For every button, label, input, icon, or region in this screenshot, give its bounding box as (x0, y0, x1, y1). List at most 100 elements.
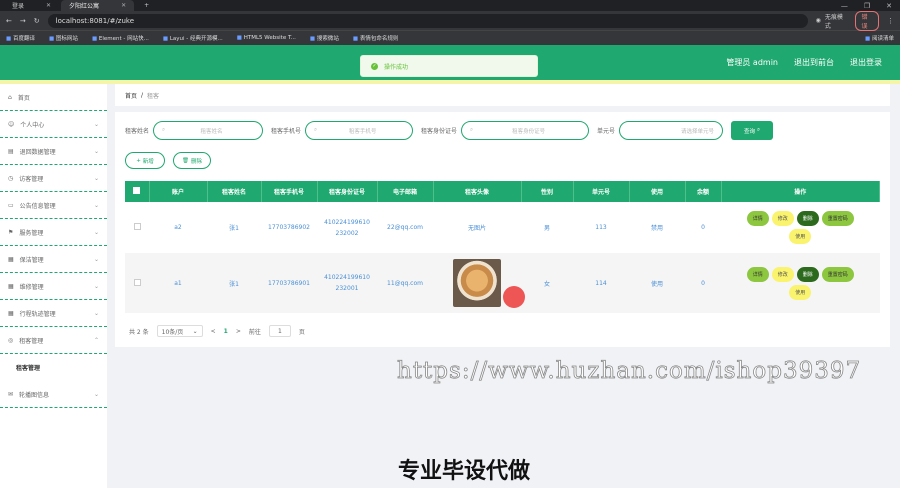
sidebar-subitem-tenants[interactable]: 租客管理 (0, 354, 107, 381)
incognito-indicator[interactable]: ◉ 无痕模式 (816, 12, 848, 30)
close-icon[interactable]: ✕ (46, 2, 51, 9)
home-icon: ⌂ (8, 93, 12, 101)
select-all-cell (125, 181, 150, 202)
search-button[interactable]: 查询 ⌕ (731, 121, 774, 140)
detail-button[interactable]: 详情 (746, 266, 769, 282)
name-placeholder: 租客姓名 (200, 128, 223, 135)
close-window-icon[interactable]: ✕ (886, 2, 892, 10)
col-status[interactable]: 使用 (629, 181, 686, 202)
sidebar-item-visitors[interactable]: ◷ 访客管理 ⌄ (0, 165, 107, 192)
sidebar-item-profile[interactable]: ☺ 个人中心 ⌄ (0, 111, 107, 138)
sidebar-item-label: 维修管理 (19, 283, 44, 291)
edit-button[interactable]: 修改 (771, 211, 794, 226)
sidebar-item-services[interactable]: ⚑ 服务管理 ⌄ (0, 219, 107, 246)
col-balance[interactable]: 余额 (685, 181, 722, 202)
col-idcard[interactable]: 租客身份证号 (317, 181, 378, 202)
row-checkbox[interactable] (133, 223, 141, 230)
col-account[interactable]: 账户 (149, 181, 208, 202)
sidebar-item-itinerary[interactable]: ▦ 行程轨迹管理 ⌄ (0, 300, 107, 327)
page-unit-label: 页 (298, 328, 305, 336)
row-actions: 详情 修改 删除 重置密码 使用 (745, 211, 855, 244)
page-number[interactable]: 1 (224, 328, 228, 335)
name-label: 租客姓名 (125, 128, 150, 135)
new-tab-button[interactable]: + (136, 0, 157, 11)
goto-page-value: 1 (277, 327, 282, 335)
unit-select[interactable]: 请选择单元号 (619, 121, 724, 140)
logout-link[interactable]: 退出登录 (850, 57, 882, 68)
sidebar-item-tenants[interactable]: ◎ 租客管理 ⌃ (0, 327, 107, 354)
next-page-button[interactable]: > (236, 328, 241, 335)
sidebar-item-home[interactable]: ⌂ 首页 (0, 84, 107, 111)
col-name[interactable]: 租客姓名 (207, 181, 262, 202)
cell-balance: 0 (701, 279, 705, 287)
col-gender[interactable]: 性别 (521, 181, 574, 202)
reset-password-button[interactable]: 重置密码 (821, 211, 854, 226)
page-size-select[interactable]: 10条/页 ⌄ (156, 325, 203, 337)
bookmark-item[interactable]: 图标网站 (49, 34, 78, 42)
bookmark-item[interactable]: Layui - 经典开源模... (163, 34, 223, 42)
col-avatar[interactable]: 租客头像 (433, 181, 522, 202)
prev-page-button[interactable]: < (211, 328, 216, 335)
window-controls: — ❐ ✕ (841, 2, 900, 10)
forward-icon[interactable]: → (20, 17, 26, 25)
reload-icon[interactable]: ↻ (34, 17, 40, 25)
use-button[interactable]: 使用 (789, 284, 812, 300)
search-button-label: 查询 (744, 128, 756, 135)
use-button[interactable]: 使用 (789, 229, 812, 244)
back-to-front-link[interactable]: 退出到前台 (794, 57, 834, 68)
bookmark-item[interactable]: HTML5 Website T... (237, 35, 296, 41)
cursor-highlight (503, 286, 525, 308)
sidebar-item-label: 退回数据管理 (19, 148, 56, 156)
delete-selected-button[interactable]: 🗑 删除 (173, 152, 211, 169)
use-label: 使用 (795, 289, 806, 296)
col-email[interactable]: 电子邮箱 (377, 181, 434, 202)
cell-idcard: 410224199610232002 (324, 218, 370, 237)
menu-icon[interactable]: ⋮ (887, 17, 894, 25)
reset-password-button[interactable]: 重置密码 (821, 266, 854, 282)
delete-button[interactable]: 删除 (796, 266, 819, 282)
minimize-icon[interactable]: — (841, 2, 848, 10)
select-all-checkbox[interactable] (133, 187, 141, 194)
col-unit[interactable]: 单元号 (573, 181, 630, 202)
grid-icon: ▦ (8, 282, 14, 290)
grid-icon: ▦ (8, 309, 14, 317)
browser-tab-login[interactable]: 登录 ✕ (4, 0, 59, 11)
sidebar-item-repair[interactable]: ▦ 维修管理 ⌄ (0, 273, 107, 300)
sidebar-item-notices[interactable]: ▭ 公告信息管理 ⌄ (0, 192, 107, 219)
avatar-image[interactable] (453, 259, 501, 307)
sidebar: ⌂ 首页 ☺ 个人中心 ⌄ ▤ 退回数据管理 ⌄ ◷ 访客管理 ⌄ ▭ 公告信息管理 ⌄ ⚑ 服务管… (0, 84, 107, 488)
sidebar-item-carousel[interactable]: ✉ 轮播图信息 ⌄ (0, 381, 107, 408)
back-icon[interactable]: ← (6, 17, 12, 25)
browser-tab-app[interactable]: 夕阳红公寓 ✕ (61, 0, 135, 11)
breadcrumb-home[interactable]: 首页 (125, 91, 137, 100)
add-button[interactable]: + 新增 (125, 152, 165, 169)
goto-page-input[interactable]: 1 (268, 325, 291, 337)
clock-icon: ◷ (8, 174, 14, 182)
name-input[interactable]: ⌕ 租客姓名 (153, 121, 264, 140)
url-input[interactable]: localhost:8081/#/zuke (47, 13, 808, 28)
reading-list[interactable]: 阅读清单 (865, 34, 894, 42)
col-phone[interactable]: 租客手机号 (261, 181, 318, 202)
sidebar-item-returns[interactable]: ▤ 退回数据管理 ⌄ (0, 138, 107, 165)
delete-button[interactable]: 删除 (796, 211, 819, 226)
sidebar-item-label: 租客管理 (16, 365, 41, 372)
bookmark-item[interactable]: 搜索微站 (310, 34, 339, 42)
close-icon[interactable]: ✕ (121, 2, 126, 9)
detail-button[interactable]: 详情 (746, 211, 769, 226)
phone-input[interactable]: ⌕ 租客手机号 (305, 121, 414, 140)
error-badge[interactable]: 错误 (855, 10, 879, 31)
sidebar-item-cleaning[interactable]: ▦ 保洁管理 ⌄ (0, 246, 107, 273)
bookmark-item[interactable]: 百度翻译 (6, 34, 35, 42)
search-icon: ⌕ (757, 127, 761, 133)
id-input[interactable]: ⌕ 租客身份证号 (461, 121, 590, 140)
maximize-icon[interactable]: ❐ (864, 2, 870, 10)
id-label: 租客身份证号 (421, 128, 458, 135)
cell-unit: 114 (595, 279, 607, 287)
bookmark-item[interactable]: Element - 网站快... (92, 34, 149, 42)
delete-label: 删除 (802, 271, 813, 278)
search-icon: ⌕ (470, 127, 474, 133)
tab-label: 夕阳红公寓 (69, 3, 100, 10)
edit-button[interactable]: 修改 (771, 266, 794, 282)
row-checkbox[interactable] (133, 278, 141, 286)
bookmark-item[interactable]: 表情包命名规则 (353, 34, 399, 42)
